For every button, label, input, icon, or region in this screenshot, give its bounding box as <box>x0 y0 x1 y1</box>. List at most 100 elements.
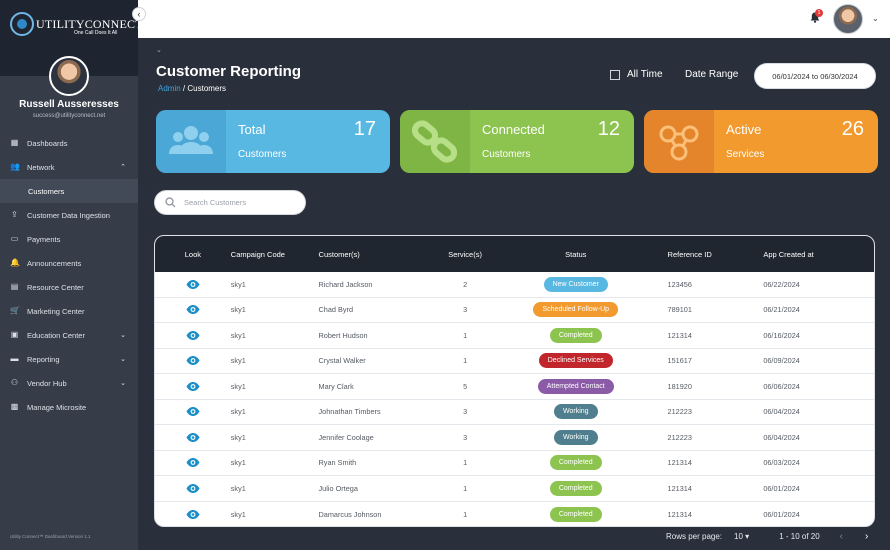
sidebar-avatar[interactable] <box>49 56 89 96</box>
calendar-icon: ▣ <box>10 330 19 339</box>
previous-page-button[interactable]: ‹ <box>840 531 843 542</box>
sidebar-item-label: Customer Data Ingestion <box>27 210 110 220</box>
services-count-cell: 1 <box>463 330 468 340</box>
customer-name-cell: Richard Jackson <box>318 279 373 289</box>
stat-card-total-customers[interactable]: Total Customers 17 <box>156 110 390 173</box>
site-icon: ▩ <box>10 402 19 411</box>
user-email: success@utilityconnect.net <box>32 113 106 119</box>
table-row[interactable]: sky1 Julio Ortega 1 Completed 121314 06/01/20… <box>155 476 874 502</box>
eye-icon[interactable] <box>186 330 200 340</box>
sidebar-item-label: Announcements <box>27 258 82 268</box>
share-nodes-icon <box>659 125 699 161</box>
column-header[interactable]: Look <box>155 250 231 259</box>
campaign-code-cell: sky1 <box>230 483 246 493</box>
sidebar-item-payments[interactable]: ▭ Payments <box>0 227 138 251</box>
card-value: 17 <box>353 118 376 140</box>
reference-id-cell: 121314 <box>667 483 692 493</box>
card-value: 26 <box>841 118 864 140</box>
status-cell: Declined Services <box>502 353 650 369</box>
table-row[interactable]: sky1 Chad Byrd 3 Scheduled Follow-Up 789101 0… <box>155 298 874 323</box>
search-input[interactable] <box>184 198 294 207</box>
notification-badge: 1 <box>815 9 823 17</box>
next-page-button[interactable]: › <box>865 531 868 542</box>
all-time-checkbox[interactable] <box>610 69 620 80</box>
look-cell <box>155 381 231 391</box>
stat-card-connected-customers[interactable]: Connected Customers 12 <box>400 110 634 173</box>
rows-per-page-select[interactable]: 10 ▾ <box>734 532 749 541</box>
sidebar-item-marketing-center[interactable]: 🛒 Marketing Center <box>0 299 138 323</box>
table-row[interactable]: sky1 Ryan Smith 1 Completed 121314 06/03/2024 <box>155 451 874 476</box>
created-date-cell: 06/03/2024 <box>763 458 800 468</box>
column-header[interactable]: Reference ID <box>650 250 746 259</box>
status-badge: Completed <box>549 327 602 343</box>
status-cell: Completed <box>502 455 650 471</box>
collapse-sidebar-button[interactable]: ‹ <box>132 7 146 21</box>
table-row[interactable]: sky1 Mary Clark 5 Attempted Contact 181920 06… <box>155 374 874 400</box>
resource-icon: ▤ <box>10 282 19 291</box>
card-title: Active <box>726 122 762 137</box>
services-count-cell: 1 <box>463 458 468 468</box>
sidebar-item-network[interactable]: 👥 Network ⌃ <box>0 155 138 179</box>
column-header[interactable]: App Created at <box>745 250 874 259</box>
sidebar-item-announcements[interactable]: 🔔 Announcements <box>0 251 138 275</box>
user-avatar[interactable] <box>833 4 863 34</box>
table-row[interactable]: sky1 Johnathan Timbers 3 Working 212223 06/04… <box>155 400 874 425</box>
status-cell: Working <box>502 404 650 420</box>
top-bar: 1 ⌄ <box>138 0 890 38</box>
table-row[interactable]: sky1 Richard Jackson 2 New Customer 123456 06… <box>155 272 874 298</box>
services-count-cell: 2 <box>463 279 468 289</box>
created-date-cell: 06/21/2024 <box>763 305 800 315</box>
table-header: Look Campaign Code Customer(s) Service(s… <box>155 236 874 272</box>
column-header[interactable]: Customer(s) <box>319 250 429 259</box>
table-row[interactable]: sky1 Robert Hudson 1 Completed 121314 06/16/2… <box>155 323 874 349</box>
customer-name-cell: Robert Hudson <box>318 330 368 340</box>
campaign-code-cell: sky1 <box>230 330 246 340</box>
campaign-code-cell: sky1 <box>230 279 246 289</box>
card-subtitle: Services <box>726 149 765 160</box>
sidebar-item-reporting[interactable]: ▬ Reporting ⌄ <box>0 347 138 371</box>
sidebar-nav: ▦ Dashboards 👥 Network ⌃ Customers ⇪ Cus… <box>0 131 138 419</box>
table-row[interactable]: sky1 Jennifer Coolage 3 Working 212223 06/04/… <box>155 425 874 451</box>
status-badge: Working <box>553 429 598 445</box>
look-cell <box>155 279 231 289</box>
sidebar-item-vendor-hub[interactable]: ⚇ Vendor Hub ⌄ <box>0 371 138 395</box>
eye-icon[interactable] <box>186 381 200 391</box>
eye-icon[interactable] <box>186 407 200 417</box>
sidebar-item-manage-microsite[interactable]: ▩ Manage Microsite <box>0 395 138 419</box>
brand-logo[interactable]: UTILITYCONNECT One Call Does It All <box>10 12 143 40</box>
vendor-icon: ⚇ <box>10 378 19 387</box>
column-header[interactable]: Status <box>502 250 650 259</box>
search-box[interactable] <box>154 190 306 215</box>
sidebar-item-dashboards[interactable]: ▦ Dashboards <box>0 131 138 155</box>
customer-name-cell: Julio Ortega <box>318 483 358 493</box>
column-header[interactable]: Campaign Code <box>231 250 319 259</box>
status-badge: Working <box>553 404 598 420</box>
eye-icon[interactable] <box>186 279 200 289</box>
search-icon <box>165 197 176 208</box>
eye-icon[interactable] <box>186 509 200 519</box>
stat-card-active-services[interactable]: Active Services 26 <box>644 110 878 173</box>
table-row[interactable]: sky1 Damarcus Johnson 1 Completed 121314 06/0… <box>155 502 874 527</box>
look-cell <box>155 407 231 417</box>
chevron-down-icon[interactable]: ⌄ <box>156 46 162 54</box>
eye-icon[interactable] <box>186 458 200 468</box>
date-range-input[interactable]: 06/01/2024 to 06/30/2024 <box>754 63 876 89</box>
breadcrumb-link-admin[interactable]: Admin <box>158 84 181 93</box>
eye-icon[interactable] <box>186 356 200 366</box>
table-row[interactable]: sky1 Crystal Walker 1 Declined Services 1516… <box>155 349 874 374</box>
sidebar-item-label: Dashboards <box>27 138 68 148</box>
column-header[interactable]: Service(s) <box>428 250 502 259</box>
status-badge: Completed <box>549 506 602 522</box>
eye-icon[interactable] <box>186 432 200 442</box>
chevron-down-icon[interactable]: ⌄ <box>872 14 879 23</box>
sidebar-item-education-center[interactable]: ▣ Education Center ⌄ <box>0 323 138 347</box>
eye-icon[interactable] <box>186 483 200 493</box>
sidebar-item-customer-data-ingestion[interactable]: ⇪ Customer Data Ingestion <box>0 203 138 227</box>
created-date-cell: 06/04/2024 <box>763 407 800 417</box>
campaign-code-cell: sky1 <box>230 407 246 417</box>
all-time-toggle[interactable]: All Time <box>610 69 663 80</box>
sidebar-item-customers[interactable]: Customers <box>0 179 138 203</box>
status-cell: Attempted Contact <box>502 378 650 394</box>
eye-icon[interactable] <box>186 305 200 315</box>
sidebar-item-resource-center[interactable]: ▤ Resource Center <box>0 275 138 299</box>
